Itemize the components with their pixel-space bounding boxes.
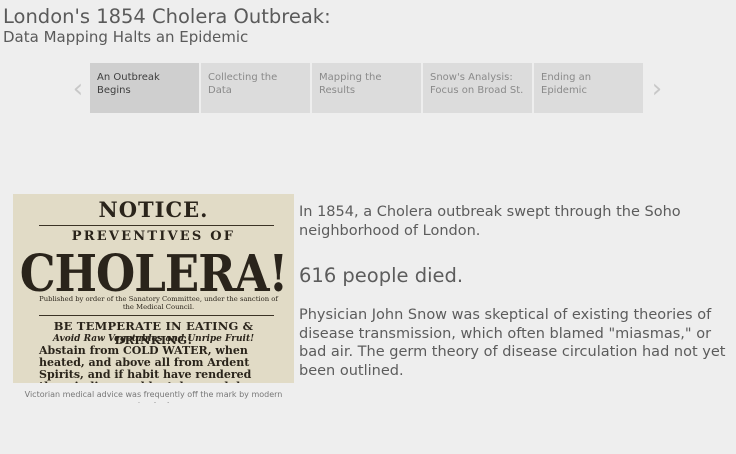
- poster-preventives-text: PREVENTIVES OF: [71, 229, 236, 244]
- tab-an-outbreak-begins[interactable]: An Outbreak Begins: [90, 63, 199, 113]
- poster-published-text: Published by order of the Sanatory Commi…: [39, 295, 278, 311]
- poster-avoid-text: Avoid Raw Vegetables and Unripe Fruit!: [52, 334, 255, 344]
- page-title: London's 1854 Cholera Outbreak:: [3, 5, 331, 28]
- cholera-notice-image: NOTICE. PREVENTIVES OF CHOLERA! Publishe…: [13, 194, 294, 383]
- snow-paragraph: Physician John Snow was skeptical of exi…: [299, 307, 726, 379]
- tab-collecting-the-data[interactable]: Collecting the Data: [201, 63, 310, 113]
- chevron-right-icon[interactable]: ›: [647, 72, 667, 106]
- death-toll-text: 616 people died.: [299, 264, 464, 287]
- intro-paragraph: In 1854, a Cholera outbreak swept throug…: [299, 204, 681, 239]
- tab-snows-analysis[interactable]: Snow's Analysis: Focus on Broad St.: [423, 63, 532, 113]
- chevron-left-icon[interactable]: ‹: [68, 72, 88, 106]
- tab-ending-an-epidemic[interactable]: Ending an Epidemic: [534, 63, 643, 113]
- story-tabs: An Outbreak Begins Collecting the Data M…: [90, 63, 643, 113]
- page-subtitle: Data Mapping Halts an Epidemic: [3, 28, 249, 46]
- poster-abstain-text: Abstain from COLD WATER, when heated, an…: [39, 344, 260, 384]
- tab-mapping-the-results[interactable]: Mapping the Results: [312, 63, 421, 113]
- poster-rule: [39, 315, 274, 316]
- image-caption: Victorian medical advice was frequently …: [24, 390, 283, 403]
- poster-rule: [39, 225, 274, 226]
- poster-notice-text: NOTICE.: [98, 197, 209, 222]
